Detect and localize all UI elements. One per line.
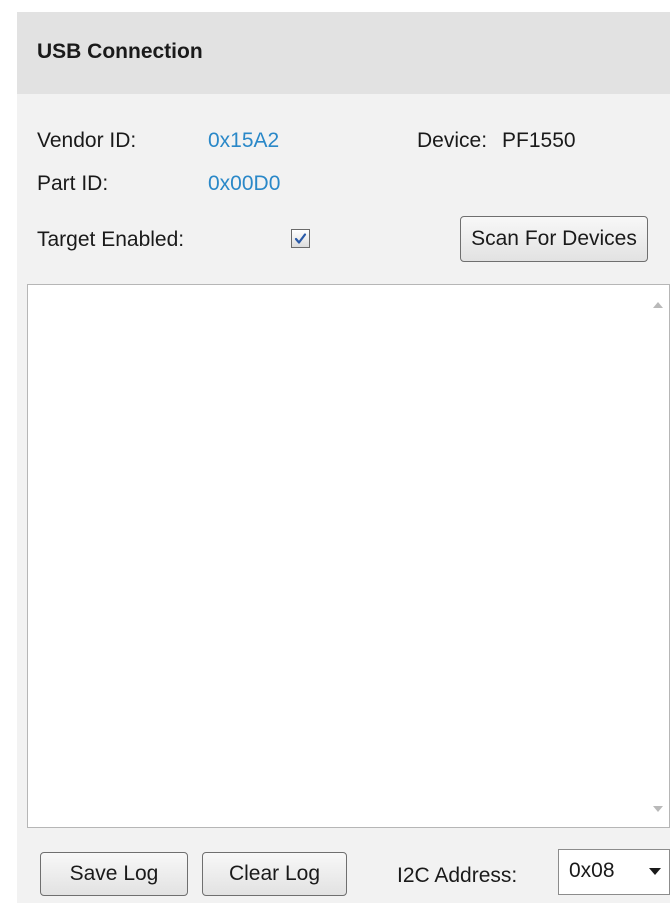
scan-for-devices-button[interactable]: Scan For Devices — [460, 216, 648, 262]
scroll-down-arrow-icon[interactable] — [651, 803, 665, 815]
i2c-address-label: I2C Address: — [397, 864, 518, 887]
vendor-id-value: 0x15A2 — [208, 129, 280, 152]
part-id-label: Part ID: — [37, 172, 109, 195]
device-value: PF1550 — [502, 129, 576, 152]
target-enabled-checkbox[interactable] — [291, 229, 310, 248]
clear-log-button[interactable]: Clear Log — [202, 852, 347, 896]
chevron-down-icon — [649, 868, 661, 875]
log-output-area[interactable] — [27, 284, 670, 828]
i2c-address-value: 0x08 — [569, 859, 615, 882]
vendor-id-label: Vendor ID: — [37, 129, 137, 152]
usb-connection-panel: USB Connection Vendor ID: 0x15A2 Device:… — [17, 12, 670, 903]
i2c-address-select[interactable]: 0x08 — [558, 849, 670, 895]
save-log-button[interactable]: Save Log — [40, 852, 188, 896]
panel-header: USB Connection — [17, 12, 670, 94]
checkmark-icon — [294, 233, 307, 244]
scroll-up-arrow-icon[interactable] — [651, 299, 665, 311]
device-label: Device: — [417, 129, 488, 152]
panel-title: USB Connection — [37, 40, 203, 63]
target-enabled-label: Target Enabled: — [37, 228, 185, 251]
part-id-value: 0x00D0 — [208, 172, 281, 195]
